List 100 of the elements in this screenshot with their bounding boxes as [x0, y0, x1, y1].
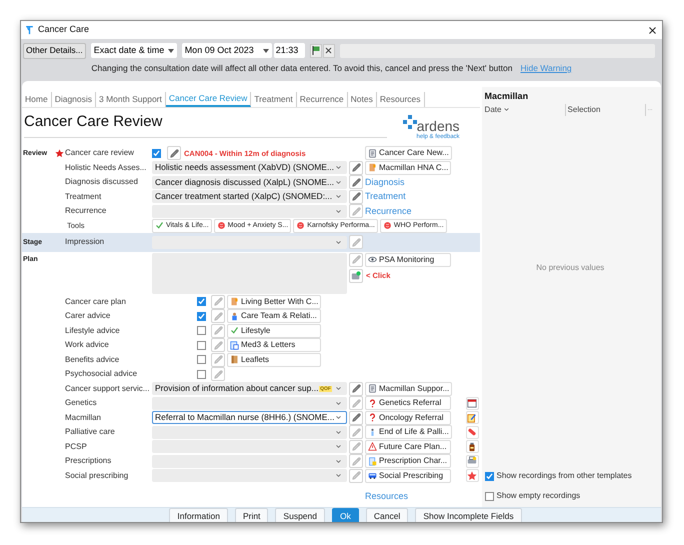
add-icon — [351, 270, 361, 280]
date-mode-dropdown[interactable]: Exact date & time — [90, 43, 177, 58]
tab[interactable]: Treatment — [251, 92, 297, 107]
dropdown-field[interactable] — [152, 469, 347, 482]
dialog-button[interactable]: Print — [234, 508, 268, 522]
option-label: Show empty recordings — [496, 490, 580, 502]
side-tool-button[interactable] — [466, 454, 479, 468]
pencil-icon — [352, 384, 360, 394]
logo-icon — [402, 115, 417, 129]
app-icon — [25, 25, 34, 35]
pencil-icon — [352, 471, 360, 480]
required-star-icon — [54, 148, 64, 158]
shortcut-button[interactable]: Macmillan Suppor... — [365, 382, 452, 396]
tab[interactable]: Home — [22, 92, 52, 107]
edit-button[interactable] — [349, 410, 363, 425]
shortcut-button[interactable]: Prescription Char... — [365, 454, 451, 468]
checkbox[interactable] — [484, 472, 494, 480]
field-label: PCSP — [65, 440, 88, 453]
shortcut-button[interactable]: Lifestyle — [227, 324, 321, 338]
other-details-button[interactable]: Other Details... — [23, 42, 86, 58]
checkbox[interactable] — [152, 148, 161, 158]
flag-button[interactable] — [310, 44, 322, 58]
dropdown-field[interactable] — [152, 396, 347, 410]
dropdown-field[interactable] — [152, 426, 347, 439]
shortcut-button[interactable]: PSA Monitoring — [365, 252, 451, 266]
edit-button[interactable] — [349, 160, 363, 175]
tab[interactable]: Resources — [376, 92, 425, 107]
dropdown-field[interactable] — [152, 204, 347, 218]
checkbox[interactable] — [197, 312, 206, 321]
pencil-icon — [214, 312, 222, 321]
tab[interactable]: Diagnosis — [52, 92, 96, 107]
dropdown-value: Provision of information about cancer sup... — [155, 382, 318, 396]
side-tool-button[interactable] — [466, 396, 479, 410]
field-label: Cancer care review — [65, 147, 135, 160]
checkbox[interactable] — [197, 326, 206, 336]
tab[interactable]: Recurrence — [296, 92, 348, 107]
checkbox[interactable] — [197, 297, 206, 306]
check-icon — [155, 221, 164, 230]
field-label: Palliative care — [65, 426, 116, 438]
shortcut-button[interactable]: Genetics Referral — [365, 396, 451, 410]
shortcut-button[interactable]: End of Life & Palli... — [365, 425, 452, 440]
pencil-icon — [352, 413, 360, 422]
checkbox[interactable] — [197, 355, 206, 364]
tab[interactable]: 3 Month Support — [96, 92, 166, 107]
shortcut-button[interactable]: Oncology Referral — [365, 410, 451, 425]
side-tool-button[interactable] — [466, 426, 479, 439]
leaflet-icon — [230, 355, 239, 364]
checkbox[interactable] — [197, 370, 206, 379]
panel-title: Macmillan — [484, 90, 530, 103]
checkbox[interactable] — [197, 340, 206, 350]
person-icon — [230, 312, 239, 321]
edit-button[interactable] — [349, 175, 363, 190]
dialog-button[interactable]: Suspend — [275, 508, 325, 522]
pencil-icon — [352, 398, 360, 408]
date-dropdown[interactable]: Mon 09 Oct 2023 — [182, 43, 272, 58]
checkbox[interactable] — [484, 492, 494, 500]
tab[interactable]: Notes — [348, 92, 377, 107]
side-tool-button[interactable] — [466, 469, 479, 482]
pencil-icon — [352, 163, 360, 172]
dialog-button[interactable]: Ok — [332, 508, 359, 522]
edit-button[interactable] — [167, 146, 181, 160]
column-header[interactable]: Selection — [566, 104, 646, 116]
column-header[interactable]: Date — [484, 104, 566, 116]
pencil-icon — [214, 326, 222, 336]
caret-icon — [262, 48, 269, 52]
caret-icon — [335, 238, 342, 246]
pencil-icon — [352, 192, 360, 202]
sort-icon — [503, 106, 510, 113]
dropdown-field[interactable] — [152, 236, 347, 249]
shortcut-button[interactable]: Care Team & Relati... — [227, 309, 321, 324]
shortcut-button[interactable]: Macmillan HNA C... — [365, 160, 452, 175]
chart-icon — [368, 456, 377, 466]
dropdown-field[interactable] — [152, 454, 347, 468]
side-tool-button[interactable] — [466, 440, 479, 454]
side-tool-button[interactable] — [466, 411, 479, 424]
edit-button[interactable] — [349, 382, 363, 396]
dialog-button[interactable]: Information — [169, 508, 228, 522]
clear-button[interactable] — [322, 44, 335, 58]
shortcut-button[interactable]: Future Care Plan... — [365, 440, 451, 454]
field-label: Work advice — [65, 339, 110, 352]
shortcut-button[interactable]: Cancer Care New... — [365, 146, 452, 160]
edit-button[interactable] — [349, 190, 363, 204]
field-label: Social prescribing — [65, 470, 130, 482]
add-template-button[interactable] — [349, 268, 363, 282]
shortcut-button[interactable]: Leaflets — [227, 352, 321, 367]
pencil-icon — [214, 355, 222, 364]
brain-icon — [382, 221, 392, 230]
shortcut-button[interactable]: Social Prescribing — [365, 468, 451, 483]
form-title: Cancer Care Review — [24, 112, 162, 132]
pill-icon — [467, 427, 478, 438]
dropdown-field[interactable] — [152, 440, 347, 454]
time-field[interactable]: 21:33 — [274, 43, 305, 58]
dialog-button[interactable]: Cancel — [366, 508, 408, 522]
pencil-icon — [214, 340, 222, 350]
shortcut-button[interactable]: Med3 & Letters — [227, 338, 321, 352]
section-link[interactable]: Recurrence — [365, 204, 412, 218]
shortcut-button[interactable]: Living Better With C... — [227, 294, 322, 309]
close-icon[interactable] — [647, 24, 658, 36]
dialog-button[interactable]: Show Incomplete Fields — [415, 508, 522, 522]
book-icon — [368, 163, 377, 172]
